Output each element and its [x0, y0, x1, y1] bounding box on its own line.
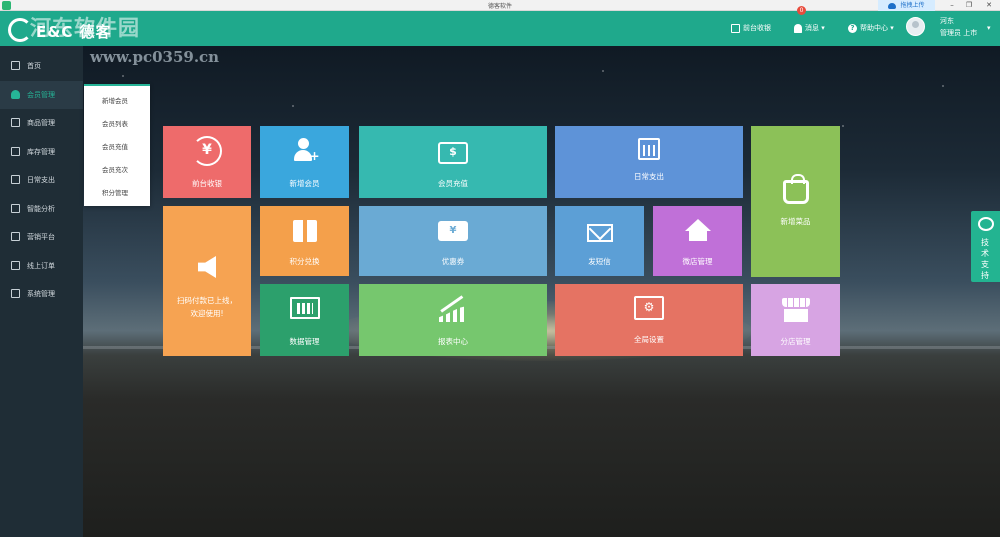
growth-chart-icon [439, 295, 467, 322]
message-badge: 0 [797, 6, 806, 15]
storefront-icon [781, 298, 810, 322]
megaphone-icon [198, 256, 216, 278]
tile-global-settings[interactable]: ⚙ 全局设置 [555, 284, 743, 356]
header-front-register-button[interactable]: 前台收银 [731, 11, 771, 46]
tile-add-member[interactable]: + 新增会员 [260, 126, 349, 198]
cloud-icon [888, 2, 897, 9]
user-role: 管理员 上市 [940, 29, 978, 37]
gift-icon [292, 220, 317, 242]
calendar-icon [638, 138, 660, 160]
sidebar-item-system[interactable]: 系统管理 [0, 280, 83, 308]
user-name[interactable]: 河东 [940, 16, 954, 26]
tile-add-product[interactable]: 新增菜品 [751, 126, 840, 277]
tile-points-exchange[interactable]: 积分兑换 [260, 206, 349, 276]
avatar[interactable] [906, 17, 925, 36]
user-menu-chevron-icon[interactable]: ▾ [987, 11, 991, 46]
window-titlebar: 德客软件 拖拽上传 – ❐ ✕ [0, 0, 1000, 11]
coupon-icon: ¥ [438, 221, 468, 241]
sidebar-item-online-orders[interactable]: 线上订单 [0, 252, 83, 280]
sidebar-item-expenses[interactable]: 日常支出 [0, 166, 83, 194]
tech-support-button[interactable]: 技术支持 [971, 211, 1000, 282]
gear-icon [11, 289, 20, 298]
sidebar-item-inventory[interactable]: 库存管理 [0, 138, 83, 166]
tile-member-recharge[interactable]: $ 会员充值 [359, 126, 547, 198]
header-help-button[interactable]: ? 帮助中心 ▾ [848, 11, 894, 46]
submenu-item-member-recharge[interactable]: 会员充值 [102, 141, 128, 151]
home-icon [684, 219, 711, 241]
register-yuan-icon: ¥ [192, 136, 222, 166]
inventory-icon [11, 147, 20, 156]
envelope-icon [586, 224, 613, 242]
tile-send-sms[interactable]: 发短信 [555, 206, 644, 276]
restore-button[interactable]: ❐ [962, 0, 976, 11]
tile-front-register[interactable]: ¥ 前台收银 [163, 126, 251, 198]
home-grid-icon [11, 61, 20, 70]
window-title: 德客软件 [487, 3, 512, 10]
sidebar-item-members[interactable]: 会员管理 [0, 81, 83, 109]
card-icon [11, 175, 20, 184]
tile-branch-manage[interactable]: 分店管理 [751, 284, 840, 356]
sidebar-item-home[interactable]: 首页 [0, 52, 83, 80]
minimize-button[interactable]: – [945, 0, 959, 11]
header-messages-button[interactable]: 消息 ▾ [794, 11, 825, 46]
logo-mark-icon [8, 18, 32, 42]
submenu-item-points[interactable]: 积分管理 [102, 187, 128, 197]
tile-scan-pay[interactable]: 扫码付款已上线， 欢迎使用! [163, 206, 251, 356]
sidebar-item-marketing[interactable]: 营销平台 [0, 223, 83, 251]
tile-data-manage[interactable]: 数据管理 [260, 284, 349, 356]
order-icon [11, 261, 20, 270]
tile-report-center[interactable]: 报表中心 [359, 284, 547, 356]
chat-bubble-icon [978, 217, 994, 231]
member-submenu: 新增会员 会员列表 会员充值 会员充次 积分管理 [84, 84, 150, 206]
add-user-icon: + [293, 138, 320, 164]
bell-icon [794, 23, 802, 33]
tile-wechat-shop[interactable]: 微店管理 [653, 206, 742, 276]
bar-chart-icon [11, 204, 20, 213]
tile-coupon[interactable]: ¥ 优惠券 [359, 206, 547, 276]
top-header: E&C 德客 前台收银 消息 ▾ ? 帮助中心 ▾ 河东 管理员 上市 ▾ [0, 11, 1000, 46]
settings-window-icon: ⚙ [634, 296, 664, 320]
submenu-item-member-times[interactable]: 会员充次 [102, 164, 128, 174]
user-icon [11, 90, 20, 99]
sidebar-item-products[interactable]: 商品管理 [0, 109, 83, 137]
product-icon [11, 118, 20, 127]
tile-daily-expense[interactable]: 日常支出 [555, 126, 743, 198]
monitor-chart-icon [289, 297, 320, 319]
watermark-title: 河东软件园 [30, 15, 140, 40]
close-button[interactable]: ✕ [982, 0, 996, 11]
watermark-url: www.pc0359.cn [90, 48, 220, 66]
gift-icon [11, 232, 20, 241]
upload-button[interactable]: 拖拽上传 [878, 0, 935, 11]
register-icon [731, 23, 740, 33]
submenu-item-member-list[interactable]: 会员列表 [102, 118, 128, 128]
sidebar-item-analytics[interactable]: 智能分析 [0, 195, 83, 223]
sidebar: 首页 会员管理 商品管理 库存管理 日常支出 智能分析 营销平台 线上订单 系统… [0, 46, 83, 537]
cash-icon: $ [438, 142, 468, 164]
tech-support-label: 技术支持 [981, 238, 989, 280]
submenu-item-add-member[interactable]: 新增会员 [102, 95, 128, 105]
help-icon: ? [848, 23, 857, 33]
shopping-bag-icon [782, 174, 809, 204]
